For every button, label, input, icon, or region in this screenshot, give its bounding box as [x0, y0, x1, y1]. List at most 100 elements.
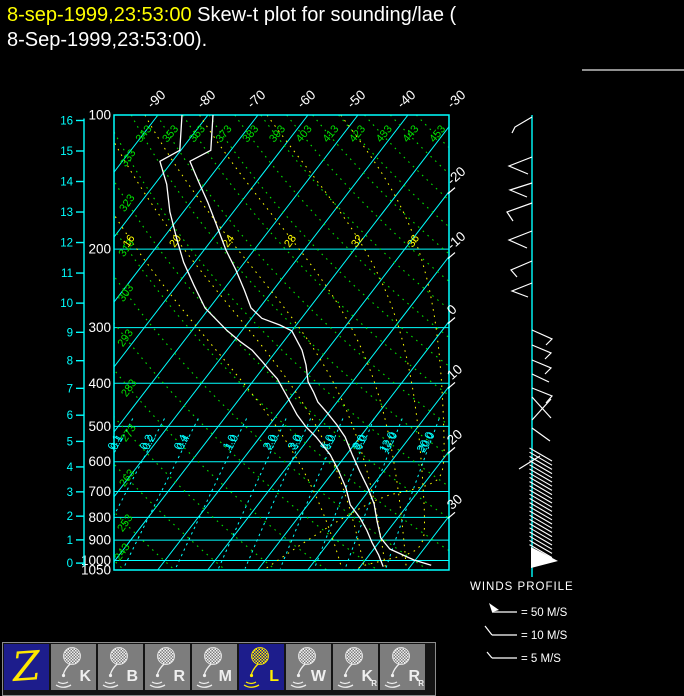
wind-barb [510, 260, 533, 278]
legend-label: = 50 M/S [521, 607, 568, 619]
barb-5ms-icon [486, 651, 493, 659]
sounding-b-button[interactable]: B [98, 644, 143, 690]
sounding-traces [159, 115, 432, 567]
wind-barb [531, 329, 554, 346]
button-letter-subscript: R [371, 679, 377, 688]
sounding-l-button[interactable]: L [239, 644, 284, 690]
plot-border [113, 114, 450, 571]
legend-label: = 10 M/S [521, 630, 568, 642]
isotherm-top-label: -90 [144, 87, 169, 111]
button-letter: M [218, 668, 232, 685]
button-letter: L [269, 668, 279, 685]
barb-10ms-icon [484, 625, 493, 636]
pressure-label: 600 [88, 454, 111, 469]
winds-profile [506, 115, 558, 577]
dry-adiabat-label: 293 [116, 327, 136, 349]
grid-labels: 243253263273283293303313323333343 353 363 3… [81, 87, 469, 577]
dry-adiabat-label: 453 [427, 123, 448, 145]
plot-grid [114, 115, 449, 570]
mixing-ratio-label: 0.4 [172, 433, 190, 452]
isotherm-right-label: 20 [444, 426, 465, 447]
wind-barb [531, 373, 550, 383]
sounding-r-button[interactable]: R [145, 644, 190, 690]
height-label: 6 [67, 410, 73, 422]
pressure-label: 100 [88, 108, 111, 123]
wind-barb [510, 282, 533, 298]
pressure-label: 500 [88, 419, 111, 434]
pressure-label: 900 [88, 533, 111, 548]
moist-adiabat-label: 28 [282, 233, 299, 250]
wind-barb [531, 427, 551, 442]
sounding-k-button[interactable]: K [51, 644, 96, 690]
height-label: 2 [67, 511, 73, 523]
dry-adiabat-label: 443 [401, 123, 422, 145]
height-label: 0 [67, 558, 73, 570]
sounding-kr-button[interactable]: KR [333, 644, 378, 690]
height-label: 15 [60, 146, 73, 158]
height-label: 3 [67, 487, 73, 499]
wind-barb [531, 398, 552, 421]
zeb-logo-button[interactable]: Z [4, 643, 49, 691]
sounding-m-button[interactable]: M [192, 644, 237, 690]
mixing-ratio-label: 8.0 [350, 433, 368, 452]
wind-barb [511, 116, 533, 134]
wind-barb [531, 359, 553, 375]
moist-adiabat-label: 32 [349, 233, 366, 250]
wind-barb [506, 202, 533, 222]
height-label: 5 [67, 436, 73, 448]
wind-barb [507, 156, 533, 175]
height-label: 9 [67, 327, 73, 339]
sounding-w-button[interactable]: W [286, 644, 331, 690]
isotherm-right-label: -20 [444, 164, 469, 188]
isotherm-right-label: 0 [444, 302, 460, 318]
dry-adiabat-label: 333 [118, 147, 138, 169]
dry-adiabat-label: 393 [267, 123, 288, 145]
isotherm-top-label: -60 [294, 87, 319, 111]
button-letter: B [126, 668, 138, 685]
legend-label: = 5 M/S [521, 653, 561, 665]
height-axis: 012345678910111213141516 [60, 115, 85, 570]
pressure-label: 700 [88, 484, 111, 499]
sounding-rr-button[interactable]: RR [380, 644, 425, 690]
winds-legend: WINDS PROFILE = 50 M/S = 10 M/S = 5 M/S [470, 581, 574, 665]
height-label: 4 [67, 462, 74, 474]
dry-adiabat-label: 413 [320, 123, 341, 145]
height-label: 7 [67, 383, 73, 395]
pressure-label: 300 [88, 320, 111, 335]
height-label: 14 [60, 177, 73, 189]
height-label: 11 [61, 268, 73, 280]
mixing-ratio-label: 0.2 [138, 433, 156, 452]
pressure-label: 400 [88, 376, 111, 391]
isotherm-right-label: 30 [444, 491, 465, 512]
height-label: 10 [60, 298, 73, 310]
mixing-ratio-label: 1.0 [221, 433, 239, 452]
skewt-chart: 243253263273283293303313323333343 353 363 3… [60, 87, 574, 665]
height-label: 1 [67, 535, 73, 547]
height-label: 13 [60, 207, 73, 219]
wind-barb [507, 230, 533, 249]
height-label: 16 [60, 115, 73, 127]
mixing-ratio-label: 2.0 [261, 433, 279, 452]
temperature-trace [189, 115, 432, 566]
dry-adiabat-label: 403 [294, 123, 315, 145]
pressure-label: 1050 [81, 563, 111, 578]
isotherm-top-label: -50 [344, 87, 369, 111]
isotherm-top-label: -40 [394, 87, 419, 111]
height-label: 12 [60, 238, 73, 250]
app-window: 8-sep-1999,23:53:00 Skew-t plot for soun… [0, 0, 684, 696]
button-letter: K [79, 668, 91, 685]
zeb-logo-icon: Z [11, 643, 42, 691]
height-label: 8 [67, 356, 73, 368]
isotherm-top-label: -70 [244, 87, 269, 111]
dry-adiabat-label: 433 [374, 123, 395, 145]
wind-barb [518, 455, 541, 470]
winds-profile-title: WINDS PROFILE [470, 581, 574, 593]
pressure-label: 200 [88, 242, 111, 257]
button-letter-subscript: R [418, 679, 424, 688]
pressure-label: 800 [88, 510, 111, 525]
isotherm-top-label: -30 [444, 87, 469, 111]
wind-barb-cluster [531, 547, 558, 568]
dry-adiabat-label: 303 [116, 282, 136, 304]
isotherm-top-label: -80 [194, 87, 219, 111]
dry-adiabat-label: 253 [115, 512, 135, 534]
